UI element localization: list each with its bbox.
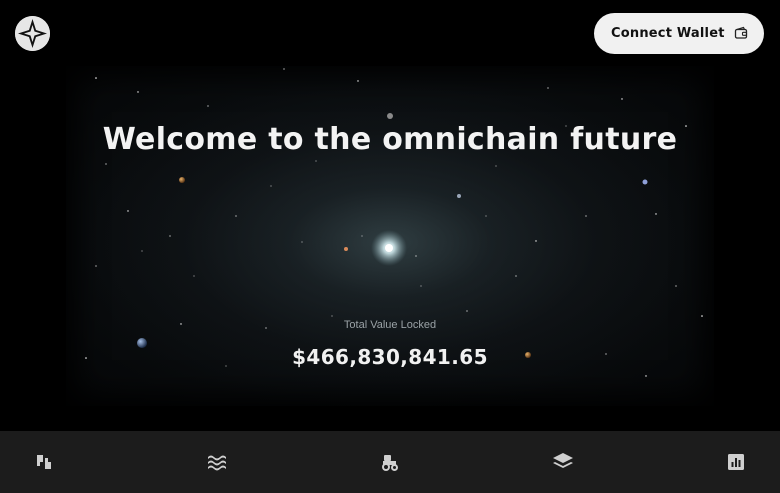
wallet-icon bbox=[734, 26, 748, 40]
connect-wallet-button[interactable]: Connect Wallet bbox=[594, 13, 764, 54]
nav-analytics-icon[interactable] bbox=[725, 451, 747, 473]
nav-pools-icon[interactable] bbox=[206, 451, 228, 473]
connect-wallet-label: Connect Wallet bbox=[611, 26, 725, 41]
nav-farm-icon[interactable] bbox=[379, 451, 401, 473]
hero-title: Welcome to the omnichain future bbox=[102, 122, 678, 157]
bottom-nav bbox=[0, 431, 780, 493]
app-page: Connect Wallet Welcome to the omnichain … bbox=[0, 0, 780, 493]
nav-swap-icon[interactable] bbox=[33, 451, 55, 473]
nav-stake-icon[interactable] bbox=[552, 451, 574, 473]
tvl-value: $466,830,841.65 bbox=[292, 345, 488, 369]
omnichain-logo-icon[interactable] bbox=[15, 16, 50, 51]
tvl-label: Total Value Locked bbox=[343, 319, 437, 331]
